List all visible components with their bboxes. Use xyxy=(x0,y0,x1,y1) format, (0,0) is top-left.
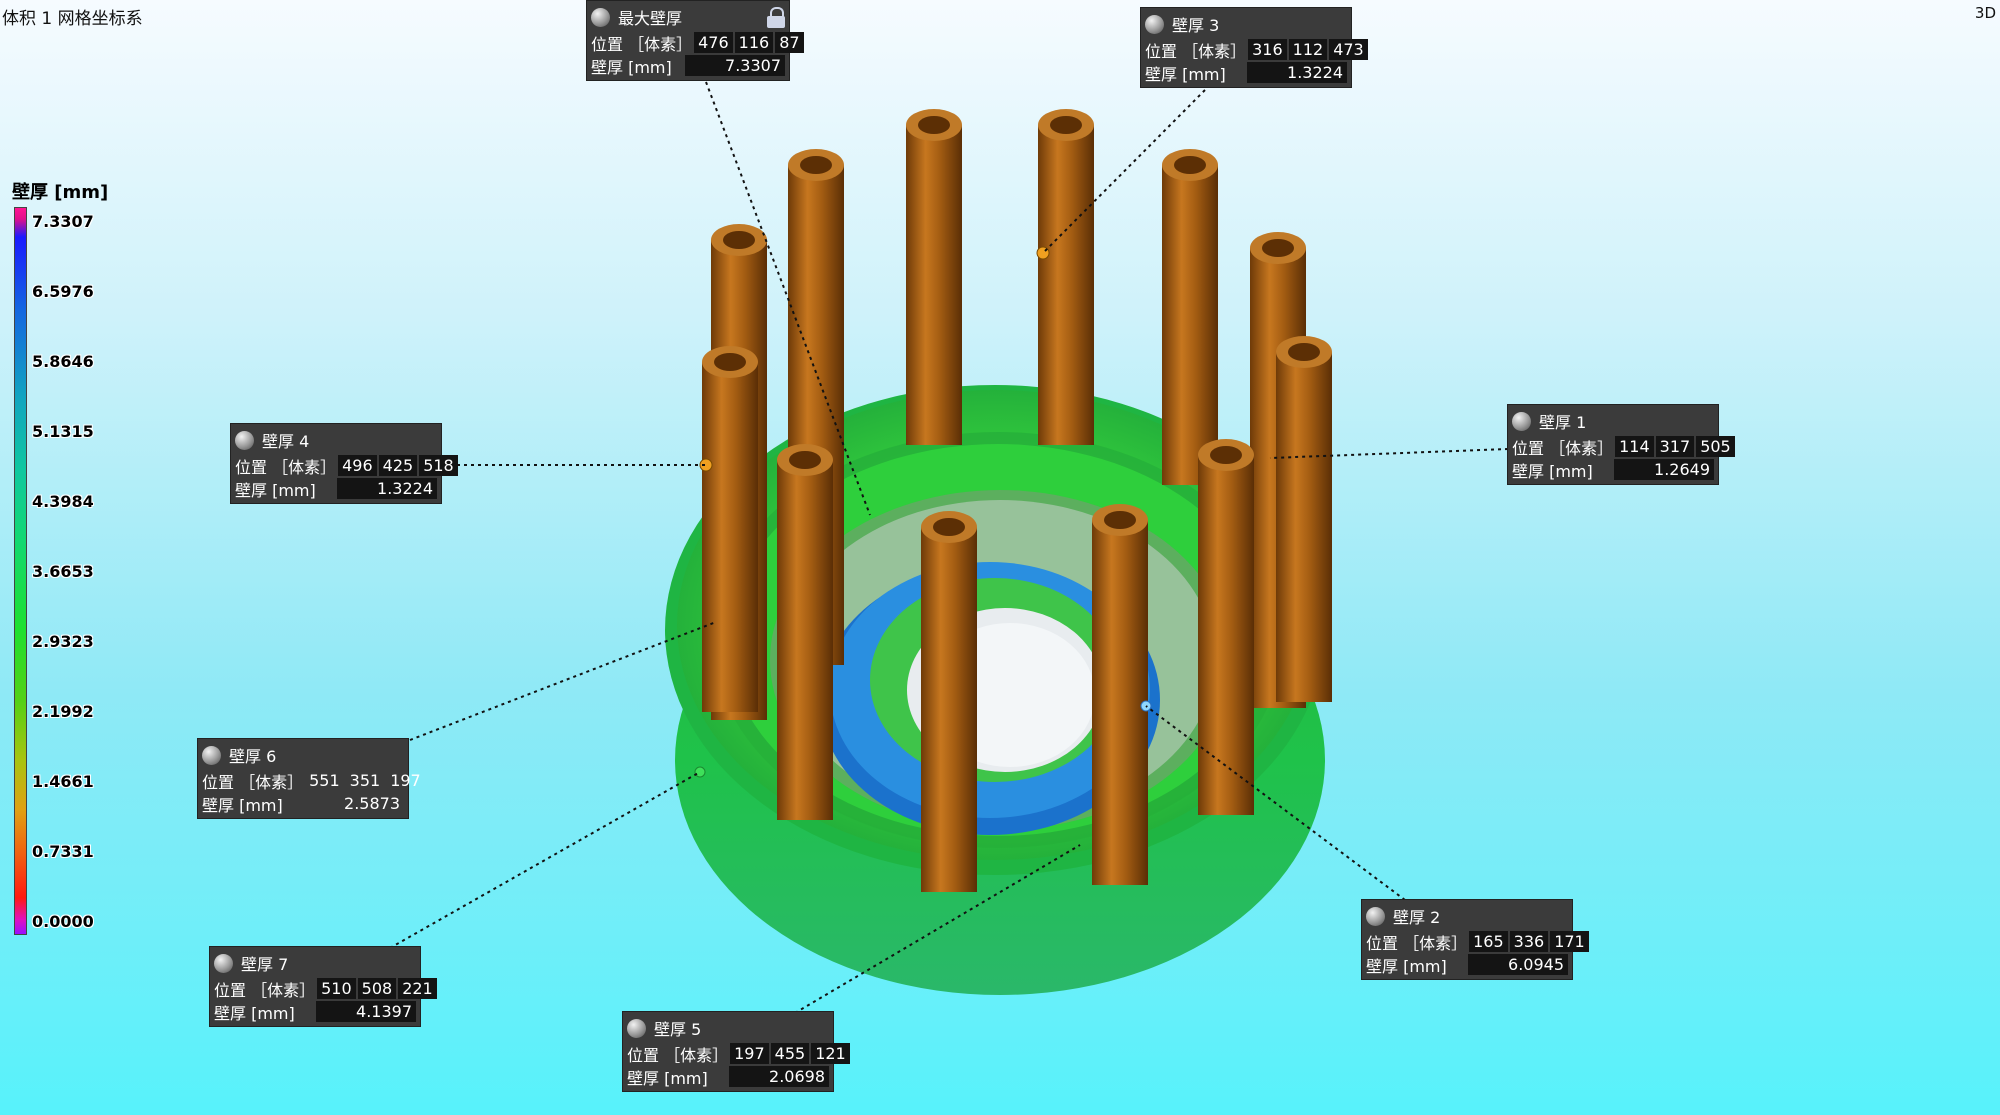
thickness-value: 2.0698 xyxy=(729,1066,829,1087)
position-label: 位置 ［体素］ xyxy=(1512,438,1614,458)
annotation-thickness-7[interactable]: 壁厚 7 位置 ［体素］ 510 508 221 壁厚 [mm] 4.1397 xyxy=(209,946,437,1027)
thickness-label: 壁厚 [mm] xyxy=(1512,461,1593,481)
position-label: 位置 ［体素］ xyxy=(591,34,693,54)
thickness-value: 1.3224 xyxy=(1247,62,1347,83)
position-label: 位置 ［体素］ xyxy=(235,457,337,477)
thickness-value: 1.2649 xyxy=(1614,459,1714,480)
pos-y: 317 xyxy=(1655,436,1695,457)
sphere-icon xyxy=(1145,14,1164,34)
annotation-thickness-5[interactable]: 壁厚 5 位置 ［体素］ 197 455 121 壁厚 [mm] 2.0698 xyxy=(622,1011,850,1092)
thickness-label: 壁厚 [mm] xyxy=(1366,956,1447,976)
thickness-label: 壁厚 [mm] xyxy=(591,57,672,77)
position-label: 位置 ［体素］ xyxy=(1145,41,1247,61)
pos-z: 505 xyxy=(1696,436,1735,457)
sphere-icon xyxy=(591,7,610,27)
pos-x: 197 xyxy=(730,1043,769,1064)
thickness-value: 4.1397 xyxy=(316,1001,416,1022)
pos-z: 87 xyxy=(775,32,804,53)
position-label: 位置 ［体素］ xyxy=(214,980,316,1000)
thickness-label: 壁厚 [mm] xyxy=(235,480,316,500)
thickness-value: 6.0945 xyxy=(1468,954,1568,975)
position-label: 位置 ［体素］ xyxy=(202,772,304,792)
pos-z: 473 xyxy=(1329,39,1368,60)
pos-y: 351 xyxy=(349,771,381,790)
pos-z: 197 xyxy=(390,771,421,790)
annotation-thickness-1[interactable]: 壁厚 1 位置 ［体素］ 114 317 505 壁厚 [mm] 1.2649 xyxy=(1507,404,1735,485)
annotation-title: 壁厚 1 xyxy=(1539,413,1587,432)
annotation-max-thickness[interactable]: 最大壁厚 位置 ［体素］ 476 116 87 壁厚 [mm] 7.3307 xyxy=(586,0,804,81)
annotation-title: 壁厚 7 xyxy=(241,955,289,974)
pos-x: 114 xyxy=(1615,436,1654,457)
pos-y: 425 xyxy=(378,455,418,476)
pos-x: 165 xyxy=(1469,931,1508,952)
thickness-label: 壁厚 [mm] xyxy=(202,795,283,815)
sphere-icon xyxy=(202,745,221,765)
pos-z: 518 xyxy=(419,455,458,476)
annotation-title: 最大壁厚 xyxy=(618,9,683,28)
pos-y: 455 xyxy=(770,1043,810,1064)
position-label: 位置 ［体素］ xyxy=(627,1045,729,1065)
sphere-icon xyxy=(1366,906,1385,926)
annotation-thickness-2[interactable]: 壁厚 2 位置 ［体素］ 165 336 171 壁厚 [mm] 6.0945 xyxy=(1361,899,1589,980)
annotation-title: 壁厚 6 xyxy=(229,747,277,766)
thickness-label: 壁厚 [mm] xyxy=(214,1003,295,1023)
thickness-value: 2.5873 xyxy=(344,794,400,813)
sphere-icon xyxy=(235,430,254,450)
pos-y: 508 xyxy=(357,978,397,999)
thickness-label: 壁厚 [mm] xyxy=(1145,64,1226,84)
annotation-thickness-3[interactable]: 壁厚 3 位置 ［体素］ 316 112 473 壁厚 [mm] 1.3224 xyxy=(1140,7,1368,88)
pos-x: 510 xyxy=(317,978,356,999)
annotation-thickness-4[interactable]: 壁厚 4 位置 ［体素］ 496 425 518 壁厚 [mm] 1.3224 xyxy=(230,423,458,504)
sphere-icon xyxy=(214,953,233,973)
lock-icon[interactable] xyxy=(767,7,785,28)
pos-x: 551 xyxy=(309,771,340,790)
thickness-value: 7.3307 xyxy=(685,55,785,76)
sphere-icon xyxy=(1512,411,1531,431)
annotation-title: 壁厚 4 xyxy=(262,432,310,451)
pos-y: 112 xyxy=(1288,39,1328,60)
pos-x: 316 xyxy=(1248,39,1287,60)
pos-y: 116 xyxy=(734,32,774,53)
pos-z: 121 xyxy=(811,1043,850,1064)
pos-x: 496 xyxy=(338,455,377,476)
position-label: 位置 ［体素］ xyxy=(1366,933,1468,953)
sphere-icon xyxy=(627,1018,646,1038)
thickness-label: 壁厚 [mm] xyxy=(627,1068,708,1088)
pos-x: 476 xyxy=(694,32,733,53)
annotation-title: 壁厚 3 xyxy=(1172,16,1220,35)
thickness-value: 1.3224 xyxy=(337,478,437,499)
pos-y: 336 xyxy=(1509,931,1549,952)
annotation-thickness-6[interactable]: 壁厚 6 位置 ［体素］ 551 351 197 壁厚 [mm] 2.5873 xyxy=(197,738,421,819)
annotation-title: 壁厚 2 xyxy=(1393,908,1441,927)
pos-z: 171 xyxy=(1550,931,1589,952)
annotation-title: 壁厚 5 xyxy=(654,1020,702,1039)
pos-z: 221 xyxy=(398,978,437,999)
